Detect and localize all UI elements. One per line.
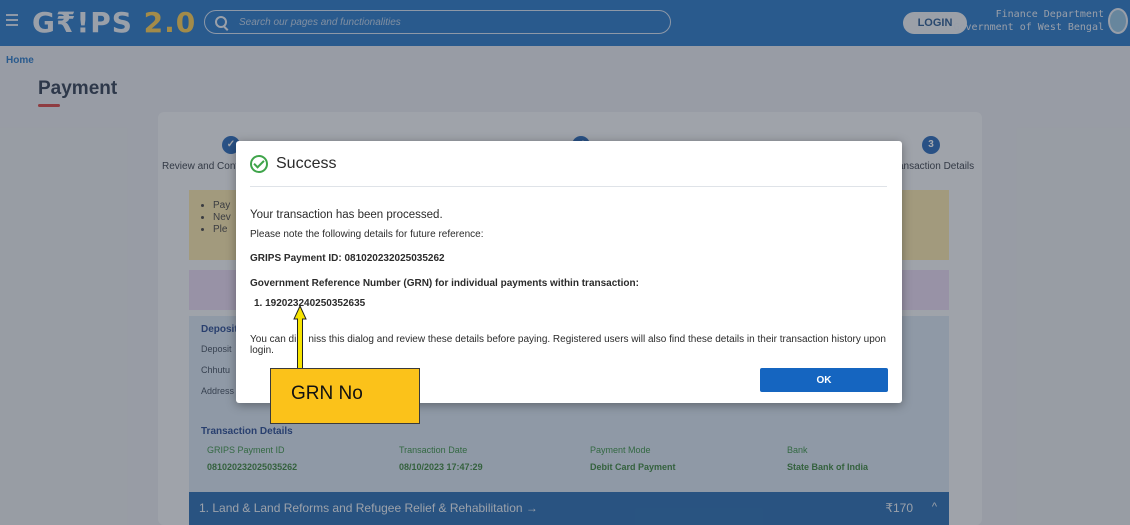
grn-number: 1. 192023240250352635 (254, 298, 366, 309)
success-dialog: Success Your transaction has been proces… (236, 141, 902, 403)
dialog-note: You can di niss this dialog and review th… (250, 334, 902, 356)
note-end: niss this dialog and review these detail… (250, 334, 886, 356)
grips-payment-id: GRIPS Payment ID: 081020232025035262 (250, 253, 445, 264)
grn-heading: Government Reference Number (GRN) for in… (250, 278, 639, 289)
dialog-divider (250, 186, 887, 187)
success-check-icon (250, 155, 268, 173)
dialog-title: Success (276, 155, 337, 172)
note-start: You can di (250, 334, 297, 345)
dialog-message: Your transaction has been processed. (250, 209, 443, 221)
ok-button[interactable]: OK (760, 368, 888, 392)
grn-annotation-label: GRN No (270, 368, 420, 424)
dialog-subtext: Please note the following details for fu… (250, 229, 484, 240)
arrow-up-icon (293, 305, 307, 373)
dialog-header: Success (250, 155, 336, 173)
